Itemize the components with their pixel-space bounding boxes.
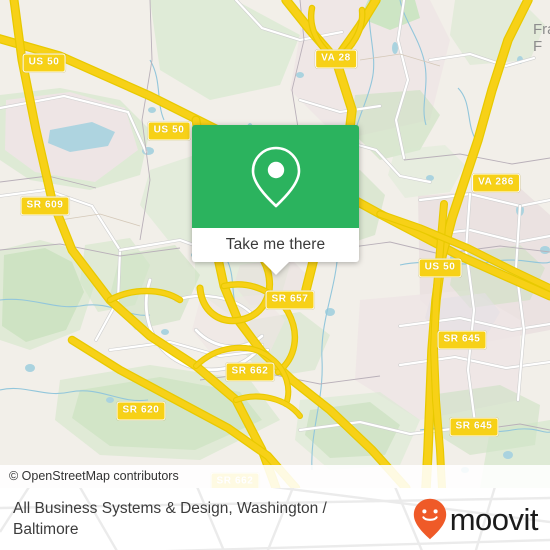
place-label-partial: Fra F — [533, 21, 550, 55]
take-me-there-button[interactable]: Take me there — [192, 228, 359, 262]
road-shield-sr-662: SR 662 — [225, 362, 275, 382]
road-shield-sr-645-south: SR 645 — [449, 417, 499, 437]
map-pin-icon — [251, 146, 300, 207]
road-shield-va-286: VA 286 — [472, 173, 520, 193]
location-popup-card[interactable]: Take me there — [192, 125, 359, 275]
road-shield-sr-609: SR 609 — [20, 196, 70, 216]
moovit-smiley-pin-icon — [413, 498, 446, 540]
popup-pointer-tail — [262, 262, 289, 275]
moovit-location-page: .green { fill:#cde5c4; } .green2 { fill:… — [0, 0, 550, 550]
map-canvas[interactable]: .green { fill:#cde5c4; } .green2 { fill:… — [0, 0, 550, 488]
moovit-logo[interactable]: moovit — [413, 498, 539, 540]
take-me-there-label: Take me there — [225, 236, 326, 253]
map-attribution[interactable]: © OpenStreetMap contributors — [0, 465, 550, 488]
place-label-line-1: Fra — [533, 21, 550, 38]
road-shield-us-50-east: US 50 — [418, 258, 462, 278]
place-label-line-2: F — [533, 38, 543, 55]
road-shield-us-50-west: US 50 — [147, 121, 191, 141]
road-shield-sr-657: SR 657 — [265, 290, 315, 310]
road-shield-sr-645-north: SR 645 — [437, 330, 487, 350]
footer-content: All Business Systems & Design, Washingto… — [0, 488, 550, 550]
road-shield-va-28: VA 28 — [315, 49, 357, 69]
location-title: All Business Systems & Design, Washingto… — [13, 500, 327, 538]
moovit-wordmark: moovit — [449, 501, 539, 537]
popup-header — [192, 125, 359, 228]
footer-bar: All Business Systems & Design, Washingto… — [0, 488, 550, 550]
road-shield-us-50-northwest: US 50 — [22, 53, 66, 73]
road-shield-sr-620: SR 620 — [116, 401, 166, 421]
